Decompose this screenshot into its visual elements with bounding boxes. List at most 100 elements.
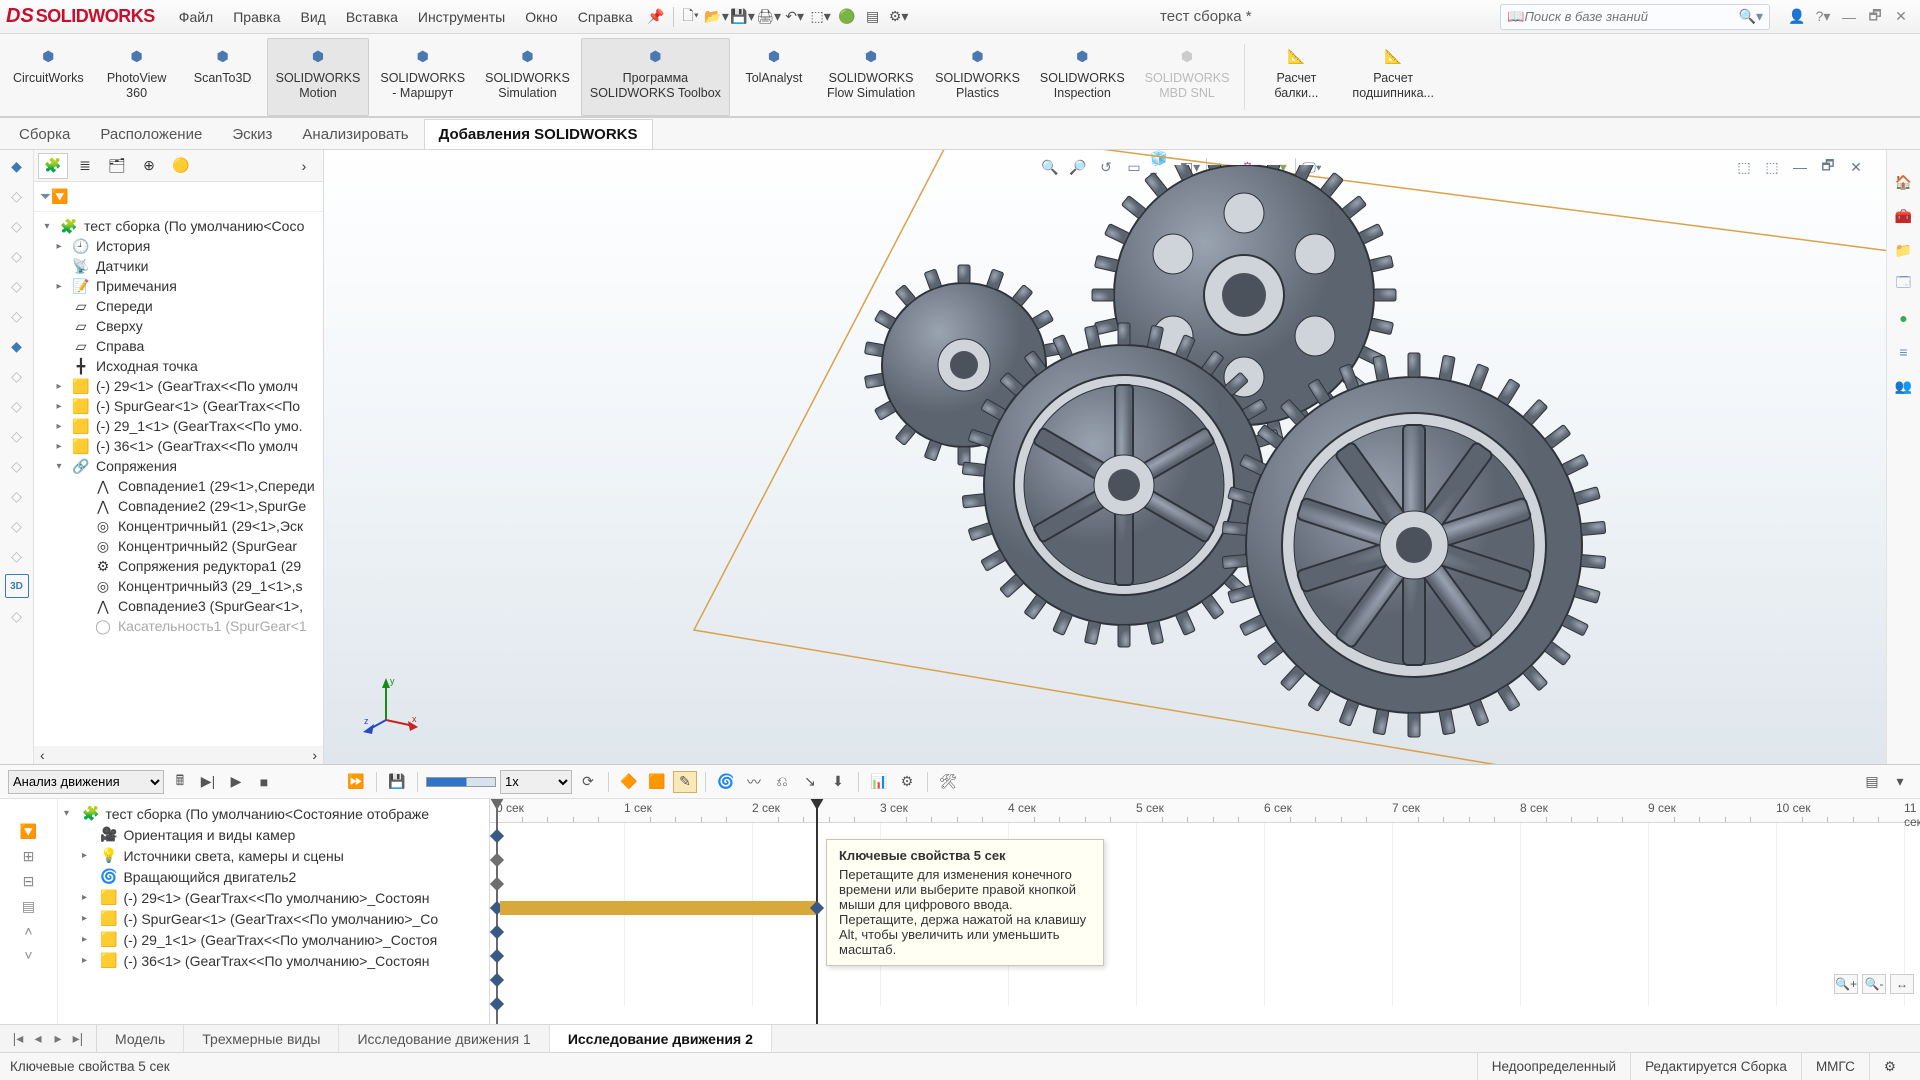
- chev-up-icon[interactable]: ˄: [24, 923, 32, 939]
- print-icon[interactable]: 🖨▾: [756, 5, 782, 29]
- save-icon[interactable]: 💾▾: [730, 5, 756, 29]
- menu-insert[interactable]: Вставка: [336, 5, 408, 29]
- tree-node[interactable]: ▾🔗Сопряжения: [34, 456, 323, 476]
- keyframe[interactable]: [490, 949, 504, 963]
- key-icon[interactable]: 🔶: [617, 771, 641, 793]
- help-icon[interactable]: ?▾: [1810, 5, 1836, 29]
- new-icon[interactable]: 🗋▾: [678, 5, 704, 29]
- fm-expand-icon[interactable]: ›: [289, 153, 319, 179]
- ribbon-button[interactable]: ⬢SOLIDWORKSMotion: [267, 38, 370, 116]
- chev-down-icon[interactable]: ˅: [24, 947, 32, 963]
- strip-icon[interactable]: ◇: [5, 604, 29, 628]
- zoom-out-icon[interactable]: 🔍-: [1862, 974, 1886, 994]
- ribbon-button[interactable]: ⬢PhotoView360: [95, 38, 179, 116]
- expand-icon[interactable]: ▾: [1888, 771, 1912, 793]
- minimize-icon[interactable]: —: [1836, 5, 1862, 29]
- tree-node[interactable]: ▸🟨(-) 29<1> (GearTrax<<По умолч: [34, 376, 323, 396]
- strip-icon[interactable]: ◇: [5, 214, 29, 238]
- tree-node[interactable]: ▱Сверху: [34, 316, 323, 336]
- tree-node[interactable]: ⋀Совпадение3 (SpurGear<1>,: [34, 596, 323, 616]
- tree-node[interactable]: ⋀Совпадение2 (29<1>,SpurGe: [34, 496, 323, 516]
- tree-node[interactable]: ▸🟨(-) 29_1<1> (GearTrax<<По умо.: [34, 416, 323, 436]
- ribbon-button[interactable]: ⬢SOLIDWORKSPlastics: [926, 38, 1029, 116]
- stop-icon[interactable]: ■: [252, 771, 276, 793]
- expand-all-icon[interactable]: ⊞: [23, 848, 35, 865]
- collapse-icon[interactable]: ▤: [1860, 771, 1884, 793]
- motion-tab[interactable]: Исследование движения 2: [550, 1025, 772, 1052]
- tree-node[interactable]: ◎Концентричный1 (29<1>,Эск: [34, 516, 323, 536]
- tree-node[interactable]: ◯Касательность1 (SpurGear<1: [34, 616, 323, 636]
- strip-icon[interactable]: ◇: [5, 184, 29, 208]
- fm-tab-display[interactable]: 🟡: [166, 153, 196, 179]
- keyframe[interactable]: [490, 973, 504, 987]
- scroll-left-icon[interactable]: ‹: [40, 747, 45, 763]
- motion-tree-node[interactable]: 🌀Вращающийся двигатель2: [58, 866, 489, 887]
- user-icon[interactable]: 👤: [1784, 5, 1810, 29]
- tree-node[interactable]: ▱Спереди: [34, 296, 323, 316]
- timeline-ruler[interactable]: 0 сек1 сек2 сек3 сек4 сек5 сек6 сек7 сек…: [490, 799, 1920, 823]
- ribbon-button[interactable]: ⬢CircuitWorks: [4, 38, 93, 116]
- cm-tab[interactable]: Добавления SOLIDWORKS: [424, 119, 653, 149]
- fm-tab-tree[interactable]: 🧩: [38, 153, 68, 179]
- strip-icon[interactable]: ◇: [5, 364, 29, 388]
- open-icon[interactable]: 📂▾: [704, 5, 730, 29]
- keyframe[interactable]: [490, 877, 504, 891]
- close-icon[interactable]: ✕: [1888, 5, 1914, 29]
- strip-icon[interactable]: ◇: [5, 454, 29, 478]
- scroll-right-icon[interactable]: ›: [312, 747, 317, 763]
- last-icon[interactable]: ▸|: [68, 1030, 88, 1048]
- next-icon[interactable]: ▸: [48, 1030, 68, 1048]
- undo-icon[interactable]: ↶▾: [782, 5, 808, 29]
- library-icon[interactable]: 📁: [1892, 238, 1916, 262]
- feature-manager-filter[interactable]: ⏷🔽: [34, 182, 323, 212]
- calc-icon[interactable]: 🖩: [168, 771, 192, 793]
- motion-tree-node[interactable]: ▸🟨(-) SpurGear<1> (GearTrax<<По умолчани…: [58, 908, 489, 929]
- keyframe[interactable]: [490, 925, 504, 939]
- search-input[interactable]: [1524, 9, 1738, 24]
- select-icon[interactable]: ⬚▾: [808, 5, 834, 29]
- motion-tab[interactable]: Модель: [97, 1025, 184, 1052]
- status-extra-icon[interactable]: ⚙: [1869, 1053, 1910, 1080]
- strip-icon[interactable]: ◆: [5, 154, 29, 178]
- ribbon-button[interactable]: ⬢ПрограммаSOLIDWORKS Toolbox: [581, 38, 730, 116]
- fm-tab-property[interactable]: ≣: [70, 153, 100, 179]
- custom-props-icon[interactable]: ≡: [1892, 340, 1916, 364]
- keyframe[interactable]: [490, 997, 504, 1011]
- view-palette-icon[interactable]: 🗔: [1892, 272, 1916, 296]
- toolbox-icon[interactable]: 🧰: [1892, 204, 1916, 228]
- motion-tab[interactable]: Исследование движения 1: [339, 1025, 549, 1052]
- save-anim-icon[interactable]: 💾: [385, 771, 409, 793]
- strip-3d-icon[interactable]: 3D: [5, 574, 29, 598]
- play-icon[interactable]: ▶: [224, 771, 248, 793]
- settings-icon[interactable]: ⚙: [895, 771, 919, 793]
- autokey-icon[interactable]: 🟧: [645, 771, 669, 793]
- cm-tab[interactable]: Сборка: [4, 119, 85, 149]
- sim-setup-icon[interactable]: 🛠: [936, 771, 960, 793]
- graphics-viewport[interactable]: 🔍 🔎 ↺ ▭ 🧊▾ ◧▾ ◈▾ ⚙▾ ●▾ 🖵▾ ⬚ ⬚ — 🗗 ✕: [324, 150, 1886, 764]
- tree-node[interactable]: ▱Справа: [34, 336, 323, 356]
- motion-tree-node[interactable]: 🎥Ориентация и виды камер: [58, 824, 489, 845]
- menu-view[interactable]: Вид: [291, 5, 336, 29]
- tree-node[interactable]: ◎Концентричный2 (SpurGear: [34, 536, 323, 556]
- motor-icon[interactable]: 🌀: [714, 771, 738, 793]
- force-icon[interactable]: ↘: [798, 771, 822, 793]
- strip-icon[interactable]: ◇: [5, 514, 29, 538]
- first-icon[interactable]: |◂: [8, 1030, 28, 1048]
- motion-tree-node[interactable]: ▾🧩тест сборка (По умолчанию<Состояние от…: [58, 803, 489, 824]
- strip-icon[interactable]: ◇: [5, 304, 29, 328]
- forum-icon[interactable]: 👥: [1892, 374, 1916, 398]
- gravity-icon[interactable]: ⬇: [826, 771, 850, 793]
- strip-icon[interactable]: ◇: [5, 544, 29, 568]
- menu-file[interactable]: Файл: [169, 5, 223, 29]
- tree-node[interactable]: ◎Концентричный3 (29_1<1>,s: [34, 576, 323, 596]
- tree-node[interactable]: ⋀Совпадение1 (29<1>,Спереди: [34, 476, 323, 496]
- fm-tab-dim[interactable]: ⊕: [134, 153, 164, 179]
- playback-speed-icon[interactable]: ⏩: [344, 771, 368, 793]
- fm-tab-config[interactable]: 🗂: [102, 153, 132, 179]
- results-icon[interactable]: 📊: [867, 771, 891, 793]
- motion-timeline[interactable]: 0 сек1 сек2 сек3 сек4 сек5 сек6 сек7 сек…: [490, 799, 1920, 1024]
- playback-mode-select[interactable]: 1x: [500, 770, 572, 794]
- settings-icon[interactable]: ⚙▾: [886, 5, 912, 29]
- orientation-triad[interactable]: y x z: [362, 674, 422, 734]
- ribbon-button[interactable]: ⬢ScanTo3D: [181, 38, 265, 116]
